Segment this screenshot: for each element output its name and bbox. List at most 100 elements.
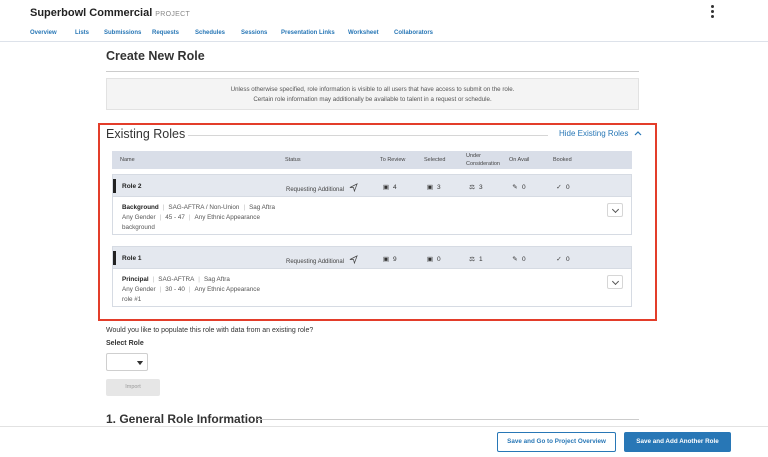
project-nav: Overview Lists Submissions Requests Sche… <box>0 28 768 42</box>
role-description: role #1 <box>122 296 142 303</box>
role-status-text: Requesting Additional <box>286 259 345 265</box>
save-go-overview-button[interactable]: Save and Go to Project Overview <box>497 432 616 452</box>
on-avail-count: ✎ 0 <box>510 255 526 263</box>
tab-requests[interactable]: Requests <box>152 30 179 36</box>
scale-icon: ⚖ <box>469 184 475 191</box>
selected-count: ▣ 0 <box>425 255 441 263</box>
role-ethnicity: Any Ethnic Appearance <box>194 214 260 221</box>
on-avail-value: 0 <box>522 256 526 263</box>
tab-worksheet[interactable]: Worksheet <box>348 30 379 36</box>
role-details: Principal | SAG-AFTRA | Sag Aftra Any Gender… <box>112 269 632 307</box>
role-union-line: Principal | SAG-AFTRA | Sag Aftra <box>122 276 230 283</box>
role-status-text: Requesting Additional <box>286 187 345 193</box>
inbox-icon: ▣ <box>382 256 390 263</box>
project-title: Superbowl Commercial PROJECT <box>30 7 190 19</box>
hide-existing-roles-link[interactable]: Hide Existing Roles <box>559 129 642 138</box>
to-review-count: ▣ 4 <box>381 183 397 191</box>
col-booked: Booked <box>553 157 572 163</box>
col-to-review: To Review <box>380 157 406 163</box>
role-details: Background | SAG-AFTRA / Non-Union | Sag Aft… <box>112 197 632 235</box>
booked-count: ✓ 0 <box>554 183 570 191</box>
populate-question: Would you like to populate this role wit… <box>106 327 314 334</box>
top-bar: Superbowl Commercial PROJECT <box>0 0 768 26</box>
chevron-down-icon <box>611 277 620 286</box>
booked-count: ✓ 0 <box>554 255 570 263</box>
project-title-text: Superbowl Commercial <box>30 7 153 19</box>
role-age: 45 - 47 <box>165 214 185 221</box>
title-divider <box>106 71 639 72</box>
chevron-down-icon <box>611 205 620 214</box>
role-type: Principal <box>122 276 149 283</box>
roles-table-header: Name Status To Review Selected Under Con… <box>112 151 632 169</box>
tab-overview[interactable]: Overview <box>30 30 57 36</box>
role-marker <box>113 179 116 193</box>
expand-role-button[interactable] <box>607 275 623 289</box>
hide-existing-roles-label: Hide Existing Roles <box>559 129 629 138</box>
save-add-another-button[interactable]: Save and Add Another Role <box>624 432 731 452</box>
pin-icon: ✎ <box>512 184 518 191</box>
tab-sessions[interactable]: Sessions <box>241 30 267 36</box>
select-role-dropdown[interactable] <box>106 353 148 371</box>
tab-collaborators[interactable]: Collaborators <box>394 30 433 36</box>
booked-value: 0 <box>566 256 570 263</box>
to-review-value: 4 <box>393 184 397 191</box>
existing-roles-divider <box>188 135 548 136</box>
on-avail-count: ✎ 0 <box>510 183 526 191</box>
role-row[interactable]: Role 2 Requesting Additional ▣ 4 ▣ 3 ⚖ 3 ✎ 0… <box>112 174 632 197</box>
tab-lists[interactable]: Lists <box>75 30 89 36</box>
role-union-detail: Sag Aftra <box>249 204 275 211</box>
tab-submissions[interactable]: Submissions <box>104 30 141 36</box>
role-age: 30 - 40 <box>165 286 185 293</box>
scale-icon: ⚖ <box>469 256 475 263</box>
select-role-label: Select Role <box>106 340 144 347</box>
selected-count: ▣ 3 <box>425 183 441 191</box>
role-gender: Any Gender <box>122 214 156 221</box>
to-review-count: ▣ 9 <box>381 255 397 263</box>
tab-presentation-links[interactable]: Presentation Links <box>281 30 335 36</box>
role-type: Background <box>122 204 159 211</box>
caret-down-icon <box>137 361 143 365</box>
page-title: Create New Role <box>106 49 205 63</box>
role-name: Role 1 <box>122 255 142 262</box>
under-consideration-value: 1 <box>479 256 483 263</box>
import-button[interactable]: Import <box>106 379 160 396</box>
under-consideration-count: ⚖ 1 <box>467 255 483 263</box>
existing-roles-title: Existing Roles <box>106 127 186 141</box>
role-row[interactable]: Role 1 Requesting Additional ▣ 9 ▣ 0 ⚖ 1 ✎ 0… <box>112 246 632 269</box>
under-consideration-count: ⚖ 3 <box>467 183 483 191</box>
selected-value: 3 <box>437 184 441 191</box>
role-union-line: Background | SAG-AFTRA / Non-Union | Sag Aft… <box>122 204 275 211</box>
role-gender: Any Gender <box>122 286 156 293</box>
check-icon: ✓ <box>556 184 562 191</box>
col-selected: Selected <box>424 157 446 163</box>
tab-schedules[interactable]: Schedules <box>195 30 225 36</box>
selected-value: 0 <box>437 256 441 263</box>
role-union: SAG-AFTRA / Non-Union <box>168 204 240 211</box>
booked-value: 0 <box>566 184 570 191</box>
role-description: background <box>122 224 155 231</box>
col-under-consideration-2: Consideration <box>466 161 500 167</box>
inbox-icon: ▣ <box>382 184 390 191</box>
selected-icon: ▣ <box>426 256 434 263</box>
pin-icon: ✎ <box>512 256 518 263</box>
col-on-avail: On Avail <box>509 157 530 163</box>
role-marker <box>113 251 116 265</box>
send-icon <box>349 255 358 265</box>
under-consideration-value: 3 <box>479 184 483 191</box>
info-line-1: Unless otherwise specified, role informa… <box>230 86 515 93</box>
role-status: Requesting Additional <box>286 255 358 265</box>
footer-bar: Save and Go to Project Overview Save and… <box>0 426 768 457</box>
role-demographics-line: Any Gender | 45 - 47 | Any Ethnic Appearance <box>122 214 260 221</box>
col-under-consideration-1: Under <box>466 153 481 159</box>
general-info-title: 1. General Role Information <box>106 412 263 426</box>
send-icon <box>349 183 358 193</box>
on-avail-value: 0 <box>522 184 526 191</box>
chevron-up-icon <box>634 131 642 136</box>
expand-role-button[interactable] <box>607 203 623 217</box>
role-union: SAG-AFTRA <box>158 276 195 283</box>
more-options-icon[interactable] <box>708 5 716 19</box>
role-union-detail: Sag Aftra <box>203 276 230 283</box>
info-line-2: Certain role information may additionall… <box>253 96 492 103</box>
role-demographics-line: Any Gender | 30 - 40 | Any Ethnic Appearance <box>122 286 260 293</box>
info-notice: Unless otherwise specified, role informa… <box>106 78 639 110</box>
